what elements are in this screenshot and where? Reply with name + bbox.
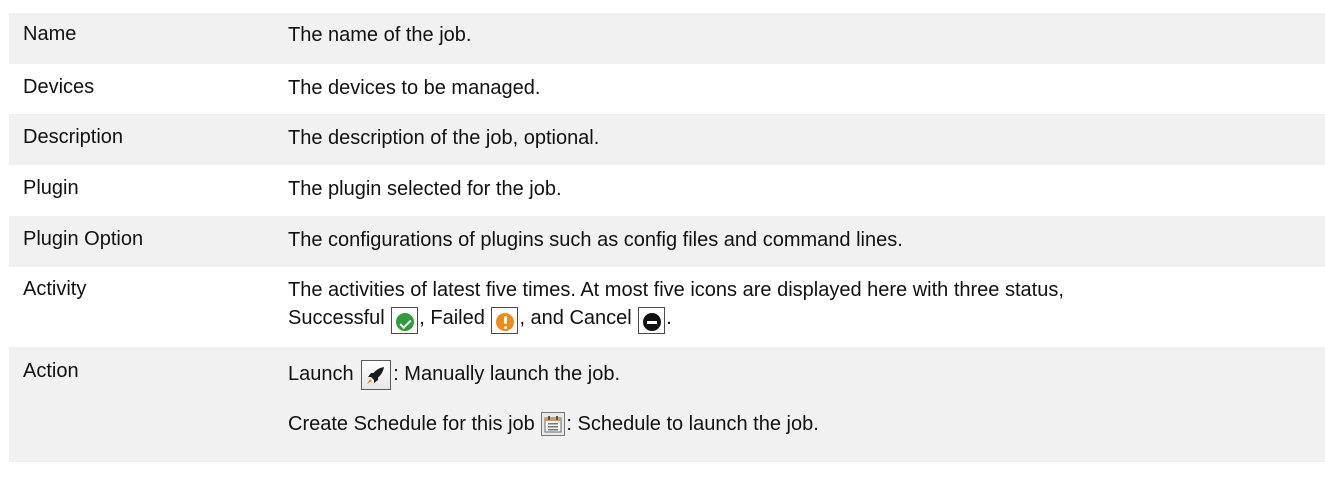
- definition-description: The description of the job, optional.: [288, 127, 600, 149]
- activity-line-1: The activities of latest five times. At …: [288, 279, 1064, 301]
- term-activity: Activity: [23, 278, 87, 300]
- definition-devices: The devices to be managed.: [288, 77, 541, 99]
- minus-circle-icon: [638, 307, 666, 335]
- definition-action: Launch : Manually launch the job. Create…: [288, 359, 1325, 462]
- row-plugin: Plugin The plugin selected for the job.: [9, 165, 1325, 216]
- term-devices: Devices: [23, 76, 95, 98]
- term-plugin-option: Plugin Option: [23, 228, 144, 250]
- row-activity: Activity The activities of latest five t…: [9, 267, 1325, 347]
- term-action: Action: [23, 360, 79, 382]
- definition-plugin: The plugin selected for the job.: [288, 178, 562, 200]
- definition-plugin-option: The configurations of plugins such as co…: [288, 229, 903, 251]
- activity-line-2: Successful , Failed , and Cancel .: [288, 305, 1313, 335]
- row-plugin-option: Plugin Option The configurations of plug…: [9, 216, 1325, 267]
- launch-line: Launch : Manually launch the job.: [288, 359, 1313, 390]
- definition-name: The name of the job.: [288, 24, 472, 46]
- launch-label: Launch: [288, 363, 354, 385]
- cancel-label: , and Cancel: [519, 307, 632, 329]
- row-devices: Devices The devices to be managed.: [9, 64, 1325, 114]
- row-description: Description The description of the job, …: [9, 114, 1325, 165]
- term-plugin: Plugin: [23, 177, 79, 199]
- calendar-icon: [541, 412, 566, 437]
- definition-activity: The activities of latest five times. At …: [288, 277, 1325, 347]
- failed-label: , Failed: [419, 307, 485, 329]
- schedule-description: : Schedule to launch the job.: [566, 412, 819, 435]
- schedule-label: Create Schedule for this job: [288, 412, 535, 435]
- rocket-icon: [361, 359, 392, 390]
- successful-label: Successful: [288, 307, 385, 329]
- term-name: Name: [23, 23, 77, 45]
- term-description: Description: [23, 126, 124, 148]
- schedule-line: Create Schedule for this job : Schedule …: [288, 409, 1313, 439]
- warning-circle-icon: [491, 307, 519, 335]
- row-name: Name The name of the job.: [9, 13, 1325, 64]
- row-action: Action Launch : Manually launch the job.…: [9, 347, 1325, 462]
- launch-description: : Manually launch the job.: [393, 363, 620, 385]
- job-properties-table: Name The name of the job. Devices The de…: [9, 13, 1325, 462]
- check-circle-icon: [391, 307, 419, 335]
- activity-end-punctuation: .: [666, 307, 672, 329]
